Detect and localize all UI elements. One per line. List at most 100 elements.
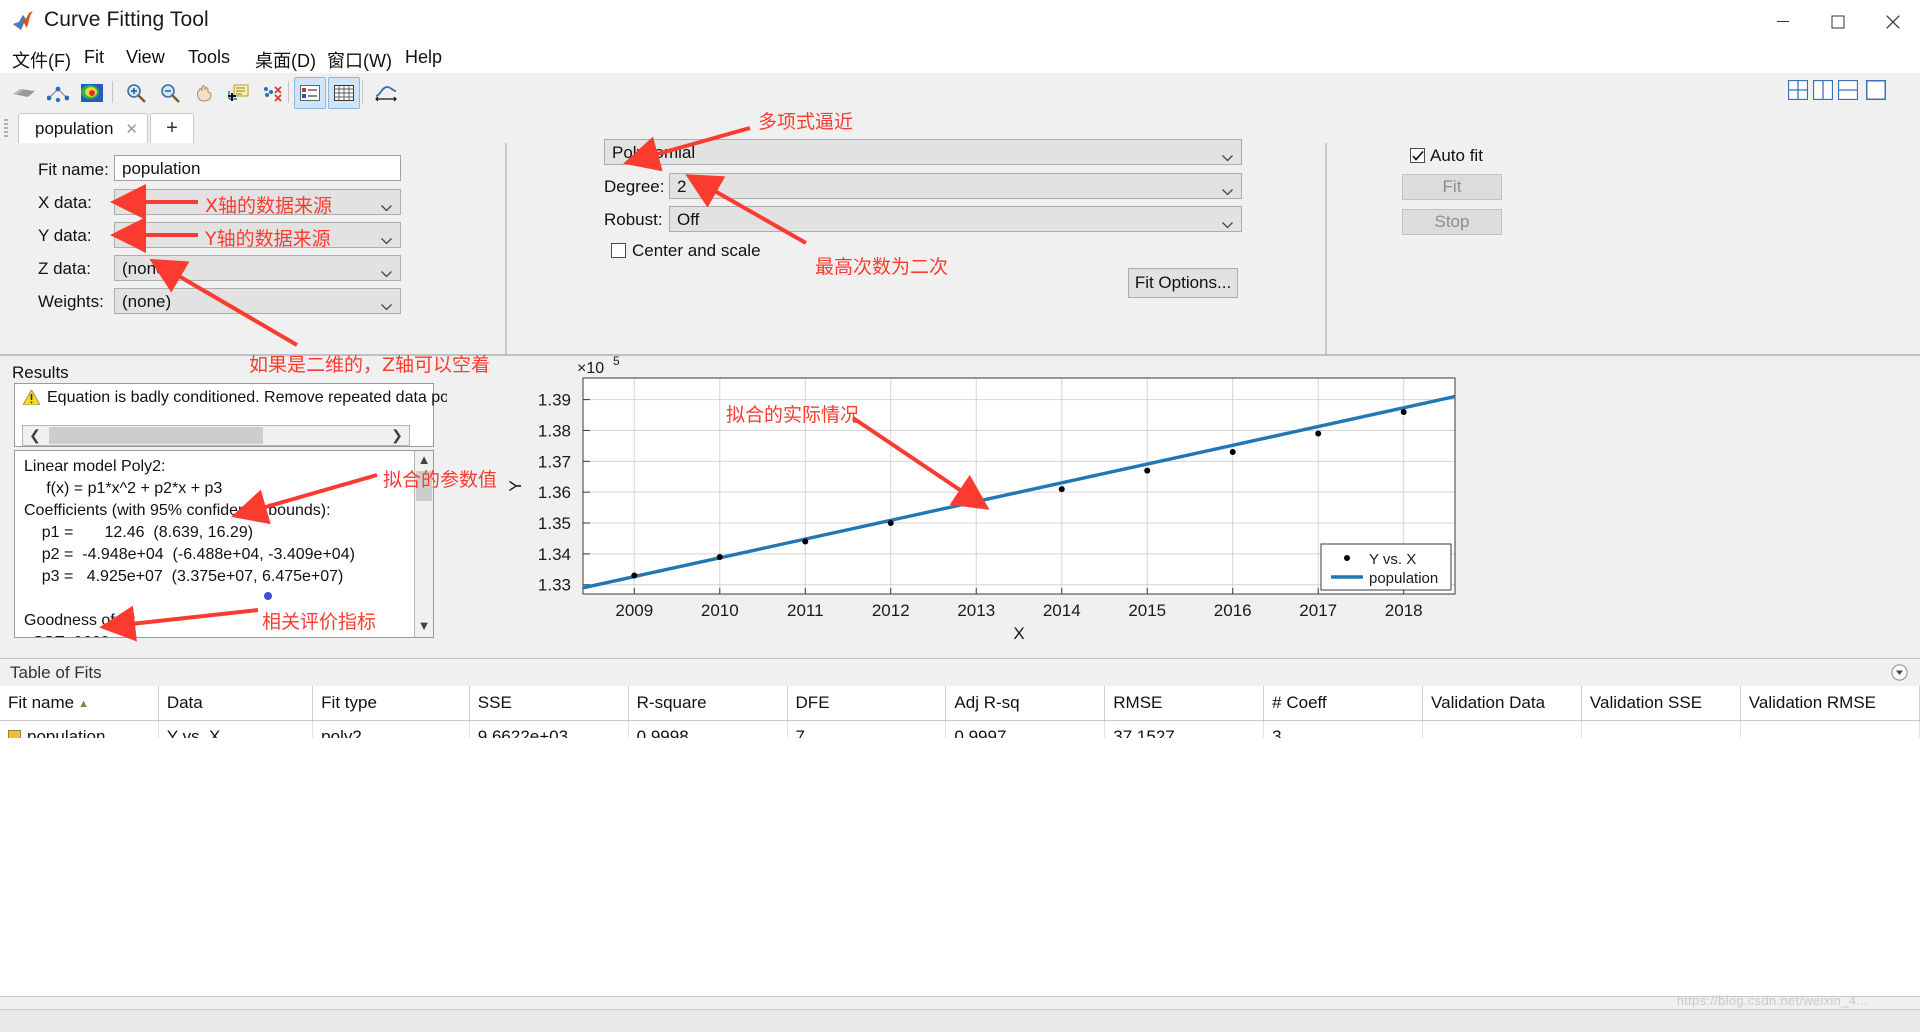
center-and-scale-checkbox[interactable] — [611, 243, 626, 258]
fit-type-select[interactable]: Polynomial — [604, 139, 1242, 165]
menu-help[interactable]: Help — [403, 47, 444, 69]
legend-toggle-icon[interactable] — [294, 77, 326, 109]
scroll-up-icon[interactable]: ▲ — [415, 452, 433, 470]
degree-value: 2 — [677, 177, 687, 196]
fit-name-input[interactable]: population — [114, 155, 401, 181]
fit-name-value: population — [122, 159, 201, 178]
table-of-fits-title: Table of Fits — [10, 663, 102, 682]
svg-text:2013: 2013 — [957, 601, 995, 620]
svg-text:1.33: 1.33 — [538, 576, 571, 595]
panel-divider-right — [1325, 143, 1327, 354]
svg-text:2012: 2012 — [872, 601, 910, 620]
fit-button[interactable]: Fit — [1402, 174, 1502, 200]
vscroll-thumb[interactable] — [416, 471, 432, 501]
svg-text:1.36: 1.36 — [538, 483, 571, 502]
chevron-down-icon — [381, 230, 392, 250]
svg-text:1.38: 1.38 — [538, 421, 571, 440]
column-header-fit-name[interactable]: Fit name ▲ — [0, 686, 159, 721]
column-header-fit-type[interactable]: Fit type — [312, 686, 470, 721]
x-data-label: X data: — [38, 193, 92, 212]
stop-button[interactable]: Stop — [1402, 209, 1502, 235]
column-header-rmse[interactable]: RMSE — [1104, 686, 1265, 721]
layout-single-icon[interactable] — [1865, 79, 1888, 102]
zoom-in-icon[interactable] — [120, 77, 152, 109]
column-header-n-coeff[interactable]: # Coeff — [1263, 686, 1424, 721]
status-bar — [0, 1009, 1920, 1032]
svg-text:Y: Y — [506, 480, 525, 491]
column-header-adj-r-sq[interactable]: Adj R-sq — [945, 686, 1106, 721]
auto-fit-checkbox[interactable] — [1410, 148, 1425, 163]
degree-select[interactable]: 2 — [669, 173, 1242, 199]
column-header-validation-rmse[interactable]: Validation RMSE — [1740, 686, 1920, 721]
column-header-validation-data[interactable]: Validation Data — [1422, 686, 1582, 721]
fit-plot[interactable]: 2009 2010 2011 2012 2013 2014 2015 2016 2017 2018… — [447, 354, 1467, 656]
fit-options-button[interactable]: Fit Options... — [1128, 268, 1238, 298]
svg-text:1.39: 1.39 — [538, 391, 571, 410]
collapse-panel-icon[interactable] — [1891, 664, 1908, 686]
table-of-fits-empty-area — [0, 738, 1920, 997]
column-header-validation-sse[interactable]: Validation SSE — [1581, 686, 1741, 721]
menu-window[interactable]: 窗口(W) — [325, 47, 394, 71]
fit-arrow-icon[interactable] — [8, 77, 40, 109]
title-bar: Curve Fitting Tool — [0, 0, 1920, 43]
data-points-icon[interactable] — [42, 77, 74, 109]
column-header-r-square[interactable]: R-square — [628, 686, 788, 721]
fit-type-value: Polynomial — [612, 143, 696, 162]
tabstrip-grip — [4, 119, 8, 137]
svg-text:2016: 2016 — [1214, 601, 1252, 620]
matlab-logo-icon — [12, 10, 36, 32]
svg-text:×10: ×10 — [577, 360, 604, 377]
add-fit-label: + — [166, 117, 178, 139]
menu-bar: 文件(F) Fit View Tools 桌面(D) 窗口(W) Help — [0, 43, 1920, 105]
chevron-down-icon — [1222, 181, 1233, 201]
svg-text:1.37: 1.37 — [538, 452, 571, 471]
scroll-right-icon[interactable]: ❯ — [386, 427, 408, 444]
pan-hand-icon[interactable] — [188, 77, 220, 109]
axes-limits-icon[interactable] — [370, 77, 402, 109]
toolbar — [0, 73, 1920, 112]
y-data-select[interactable]: Y — [114, 222, 401, 248]
layout-two-rows-icon[interactable] — [1837, 79, 1860, 102]
grid-toggle-icon[interactable] — [328, 77, 360, 109]
svg-text:Y vs. X: Y vs. X — [1369, 551, 1416, 568]
menu-tools[interactable]: Tools — [186, 47, 232, 69]
close-button[interactable] — [1865, 0, 1920, 43]
exclude-outliers-icon[interactable] — [256, 77, 288, 109]
column-header-dfe[interactable]: DFE — [787, 686, 947, 721]
plot-svg[interactable]: 2009 2010 2011 2012 2013 2014 2015 2016 2017 2018… — [447, 354, 1467, 656]
zoom-out-icon[interactable] — [154, 77, 186, 109]
robust-select[interactable]: Off — [669, 206, 1242, 232]
menu-fit[interactable]: Fit — [82, 47, 106, 69]
svg-text:1.35: 1.35 — [538, 514, 571, 533]
svg-text:2014: 2014 — [1043, 601, 1081, 620]
close-tab-icon[interactable]: ✕ — [125, 120, 138, 138]
tab-population[interactable]: population ✕ — [18, 113, 148, 144]
robust-label: Robust: — [604, 210, 663, 229]
svg-text:2009: 2009 — [615, 601, 653, 620]
svg-text:2015: 2015 — [1128, 601, 1166, 620]
menu-view[interactable]: View — [124, 47, 167, 69]
minimize-button[interactable] — [1755, 0, 1810, 43]
y-data-label: Y data: — [38, 226, 92, 245]
scroll-down-icon[interactable]: ▼ — [415, 618, 433, 636]
svg-text:2017: 2017 — [1299, 601, 1337, 620]
results-horizontal-scrollbar[interactable]: ❮ ❯ — [22, 425, 410, 446]
degree-label: Degree: — [604, 177, 665, 196]
menu-desktop[interactable]: 桌面(D) — [253, 47, 318, 71]
column-header-data[interactable]: Data — [158, 686, 314, 721]
maximize-button[interactable] — [1810, 0, 1865, 43]
data-cursor-icon[interactable] — [222, 77, 254, 109]
menu-file[interactable]: 文件(F) — [10, 47, 73, 71]
surface-colormap-icon[interactable] — [76, 77, 108, 109]
scroll-left-icon[interactable]: ❮ — [24, 427, 46, 444]
results-vertical-scrollbar[interactable]: ▲ ▼ — [414, 451, 433, 637]
weights-select[interactable]: (none) — [114, 288, 401, 314]
add-fit-tab-button[interactable]: + — [150, 113, 194, 144]
x-data-select[interactable]: X — [114, 189, 401, 215]
column-header-sse[interactable]: SSE — [469, 686, 629, 721]
table-of-fits-header: Table of Fits — [0, 658, 1920, 688]
layout-grid-icon[interactable] — [1787, 79, 1810, 102]
z-data-select[interactable]: (none) — [114, 255, 401, 281]
hscroll-thumb[interactable] — [49, 427, 263, 444]
layout-two-columns-icon[interactable] — [1812, 79, 1835, 102]
